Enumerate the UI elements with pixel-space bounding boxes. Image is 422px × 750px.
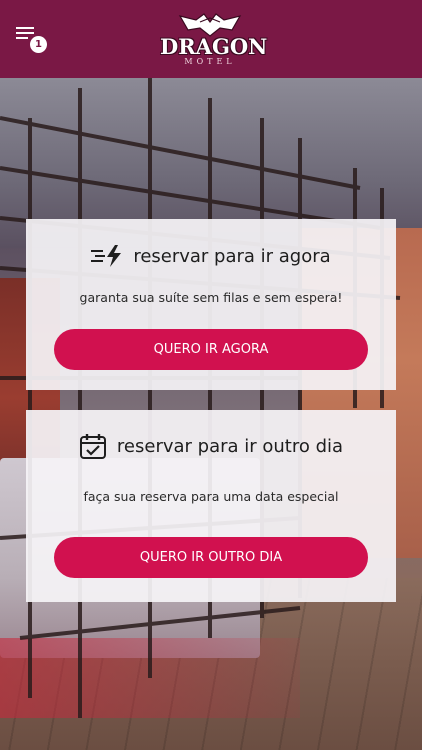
reserve-other-day-title-row: reservar para ir outro dia: [26, 430, 396, 462]
reserve-other-day-subtitle: faça sua reserva para uma data especial: [83, 489, 339, 504]
fast-lightning-icon: [91, 245, 122, 267]
menu-button[interactable]: 1: [16, 26, 50, 54]
reserve-other-day-button[interactable]: QUERO IR OUTRO DIA: [54, 537, 368, 578]
notification-badge: 1: [30, 36, 47, 53]
reserve-other-day-title: reservar para ir outro dia: [116, 435, 344, 457]
reserve-now-subtitle: garanta sua suíte sem filas e sem espera…: [79, 290, 343, 305]
calendar-check-icon: [79, 434, 106, 459]
reserve-now-button[interactable]: QUERO IR AGORA: [54, 329, 368, 370]
logo-subtext: MOTEL: [184, 57, 236, 66]
reserve-other-day-card: reservar para ir outro dia faça sua rese…: [26, 410, 396, 602]
logo-wordmark: DRAGON: [160, 34, 268, 59]
dragon-motel-logo[interactable]: DRAGON MOTEL: [160, 10, 268, 68]
reserve-now-title: reservar para ir agora: [133, 245, 331, 267]
app-header: 1 DRAGON MOTEL: [0, 0, 422, 78]
reserve-now-card: reservar para ir agora garanta sua suíte…: [26, 219, 396, 390]
reserve-now-title-row: reservar para ir agora: [26, 241, 396, 271]
